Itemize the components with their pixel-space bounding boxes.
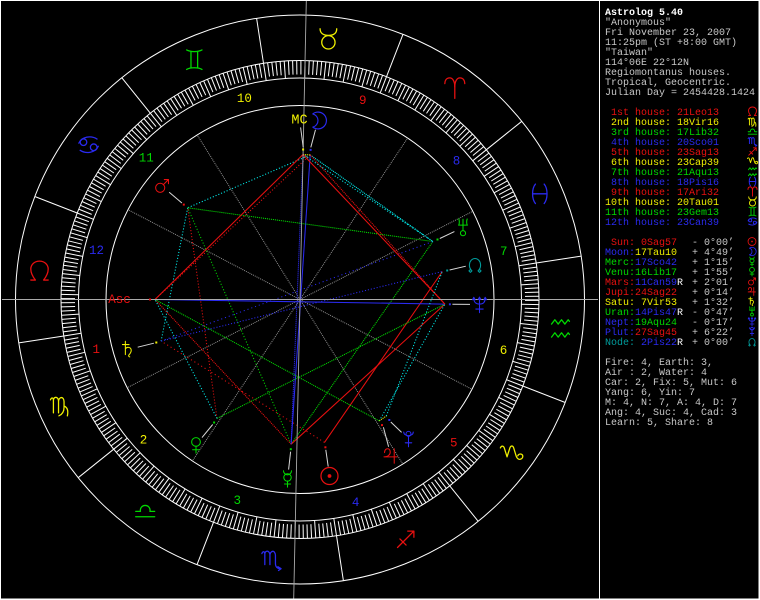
svg-text:1: 1 <box>93 343 101 357</box>
svg-text:Julian Day = 2454428.1424: Julian Day = 2454428.1424 <box>605 87 755 99</box>
svg-text:Learn: 5, Share: 8: Learn: 5, Share: 8 <box>605 417 713 429</box>
svg-text:4: 4 <box>352 496 360 510</box>
svg-text:10: 10 <box>237 92 252 106</box>
svg-text:12th house: 23Can39: 12th house: 23Can39 <box>605 217 719 229</box>
svg-text:Asc: Asc <box>108 293 131 307</box>
svg-text:R: R <box>677 308 683 319</box>
svg-text:+ 0°00’: + 0°00’ <box>692 337 734 349</box>
svg-text:9: 9 <box>359 94 367 108</box>
svg-text:8: 8 <box>453 155 461 169</box>
svg-text:5: 5 <box>450 436 458 450</box>
svg-text:12: 12 <box>89 244 104 258</box>
svg-text:MC: MC <box>291 114 307 129</box>
svg-text:2Pis22: 2Pis22 <box>635 337 677 349</box>
svg-text:2: 2 <box>140 433 148 447</box>
svg-text:11: 11 <box>139 152 154 166</box>
svg-text:6: 6 <box>500 344 508 358</box>
svg-text:3: 3 <box>233 494 241 508</box>
svg-text:7: 7 <box>500 245 508 259</box>
svg-text:Node:: Node: <box>605 337 635 349</box>
svg-text:R: R <box>677 278 683 289</box>
svg-text:R: R <box>677 338 683 349</box>
